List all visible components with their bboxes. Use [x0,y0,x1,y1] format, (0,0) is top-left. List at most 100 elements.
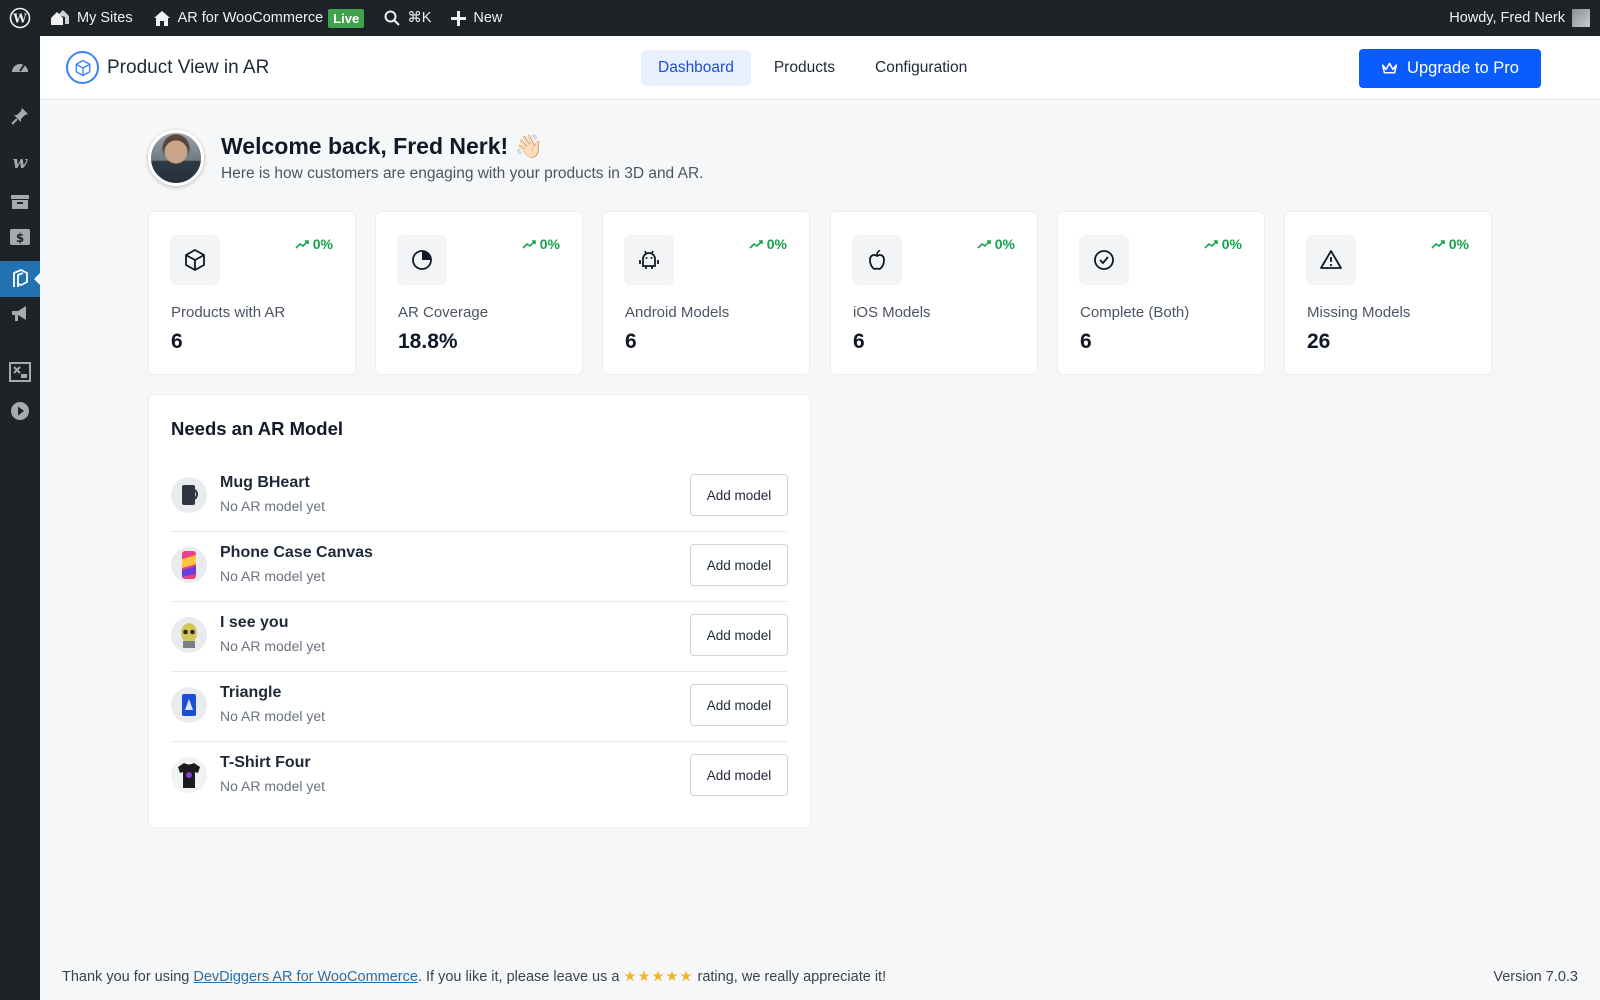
tab-configuration[interactable]: Configuration [858,50,984,86]
svg-text:W: W [12,12,27,26]
product-name: Mug BHeart [220,474,310,491]
plugin-header: Product View in AR Dashboard Products Co… [40,36,1600,100]
stat-card-ar-coverage: 0% AR Coverage 18.8% [375,211,583,375]
trend-badge: 0% [1431,236,1469,252]
howdy-label: Howdy, Fred Nerk [1449,10,1565,26]
admin-bar: W My Sites AR for WooCommerce Live ⌘K Ne… [0,0,1600,36]
cube-icon [170,235,220,285]
list-item: T-Shirt Four No AR model yet Add model [171,742,788,812]
brand[interactable]: Product View in AR [66,51,269,84]
add-model-button[interactable]: Add model [690,614,788,656]
search-icon [384,10,400,26]
trend-badge: 0% [977,236,1015,252]
product-name: Triangle [220,684,282,701]
stat-card-complete-both: 0% Complete (Both) 6 [1057,211,1265,375]
trend-value: 0% [766,236,787,252]
stat-label: AR Coverage [398,304,489,321]
product-thumbnail [171,547,207,583]
cube-logo-icon [66,51,99,84]
footer-message: Thank you for using DevDiggers AR for Wo… [62,969,886,985]
home-icon [153,10,170,26]
user-account-menu[interactable]: Howdy, Fred Nerk [1439,0,1600,36]
footer-middle: . If you like it, please leave us a [417,969,624,985]
devdiggers-link[interactable]: DevDiggers AR for WooCommerce [193,969,418,985]
apple-icon [852,235,902,285]
upgrade-button[interactable]: Upgrade to Pro [1359,49,1541,88]
payments-icon[interactable]: $ [0,219,40,255]
main-nav: Dashboard Products Configuration [641,50,984,86]
stat-value: 6 [625,330,637,353]
stat-value: 26 [1307,330,1331,353]
tab-products[interactable]: Products [757,50,852,86]
product-thumbnail [171,477,207,513]
woocommerce-icon[interactable]: w [0,144,40,180]
stat-value: 18.8% [398,330,458,353]
product-name: I see you [220,614,289,631]
trend-up-icon [977,240,991,249]
live-badge: Live [328,8,365,28]
my-sites-menu[interactable]: My Sites [40,0,143,36]
product-name: T-Shirt Four [220,754,311,771]
brand-title: Product View in AR [107,56,270,78]
new-content-menu[interactable]: New [441,0,512,36]
add-model-button[interactable]: Add model [690,544,788,586]
svg-text:$: $ [16,231,24,245]
trend-value: 0% [539,236,560,252]
welcome-title: Welcome back, Fred Nerk! 👋🏻 [221,133,544,159]
warning-icon [1306,235,1356,285]
add-model-button[interactable]: Add model [690,754,788,796]
products-archive-icon[interactable] [0,184,40,220]
product-status: No AR model yet [220,708,326,724]
shortcut-label: ⌘K [407,10,432,26]
stat-label: Complete (Both) [1080,304,1190,321]
trend-badge: 0% [295,236,333,252]
stat-label: iOS Models [853,304,931,321]
site-name-menu[interactable]: AR for WooCommerce Live [143,0,375,36]
stat-card-missing-models: 0% Missing Models 26 [1284,211,1492,375]
list-item: I see you No AR model yet Add model [171,602,788,672]
stat-label: Missing Models [1307,304,1411,321]
user-avatar [1572,9,1590,27]
product-status: No AR model yet [220,638,326,654]
trend-value: 0% [312,236,333,252]
list-item: Triangle No AR model yet Add model [171,672,788,742]
list-item: Mug BHeart No AR model yet Add model [171,462,788,532]
tools-icon[interactable] [0,354,40,390]
list-item: Phone Case Canvas No AR model yet Add mo… [171,532,788,602]
add-model-button[interactable]: Add model [690,684,788,726]
trend-up-icon [295,240,309,249]
product-name: Phone Case Canvas [220,544,373,561]
stat-card-products-with-ar: 0% Products with AR 6 [148,211,356,375]
product-thumbnail [171,757,207,793]
trend-up-icon [1431,240,1445,249]
trend-value: 0% [994,236,1015,252]
stat-value: 6 [171,330,183,353]
dashboard-icon[interactable] [0,50,40,86]
stat-label: Products with AR [171,304,286,321]
footer-suffix: rating, we really appreciate it! [693,969,887,985]
trend-badge: 0% [1204,236,1242,252]
megaphone-icon[interactable] [0,296,40,332]
wordpress-logo-icon[interactable]: W [0,0,40,36]
plus-icon [451,10,467,26]
crown-icon [1381,62,1398,74]
tab-dashboard[interactable]: Dashboard [641,50,751,86]
play-icon[interactable] [0,393,40,429]
needs-title: Needs an AR Model [171,418,344,439]
stat-value: 6 [853,330,865,353]
add-model-button[interactable]: Add model [690,474,788,516]
my-sites-icon [51,10,69,25]
svg-text:w: w [13,154,29,170]
upgrade-label: Upgrade to Pro [1407,59,1519,77]
pin-icon[interactable] [0,98,40,134]
ar-plugin-menu-icon[interactable] [0,261,40,297]
welcome-section: Welcome back, Fred Nerk! 👋🏻 Here is how … [148,130,703,186]
star-rating-icon[interactable]: ★★★★★ [623,969,693,985]
trend-value: 0% [1221,236,1242,252]
trend-up-icon [749,240,763,249]
command-search[interactable]: ⌘K [374,0,441,36]
stat-label: Android Models [625,304,730,321]
version-label: Version 7.0.3 [1493,969,1578,985]
trend-up-icon [1204,240,1218,249]
stat-card-android-models: 0% Android Models 6 [602,211,810,375]
